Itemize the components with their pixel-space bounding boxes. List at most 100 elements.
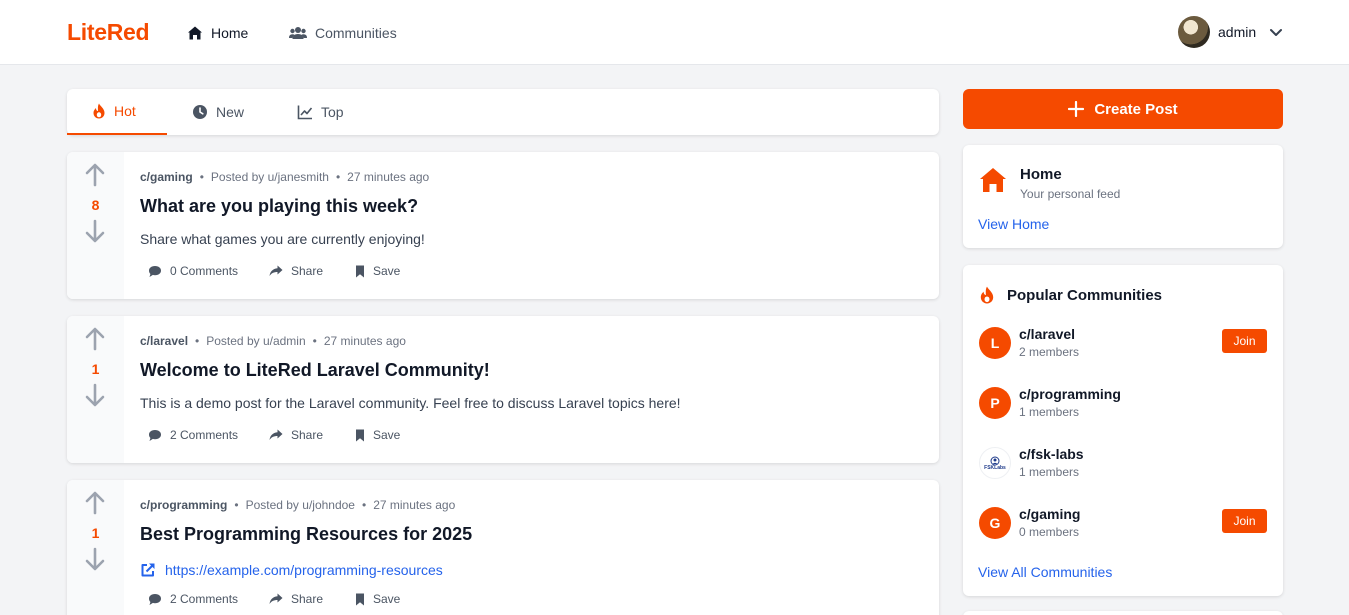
post-card: 1 c/laravel • Posted by u/admin • 27 minutes… xyxy=(67,316,939,463)
vote-score: 1 xyxy=(91,525,100,541)
comments-label: 0 Comments xyxy=(170,264,239,278)
popular-communities-header: Popular Communities xyxy=(979,286,1162,304)
tab-top-label: Top xyxy=(321,104,344,120)
post-meta: c/programming • Posted by u/johndoe • 27 min… xyxy=(140,498,456,512)
comments-button[interactable]: 2 Comments xyxy=(148,592,269,606)
downvote-arrow-icon[interactable] xyxy=(84,382,106,408)
post-title[interactable]: Welcome to LiteRed Laravel Community! xyxy=(140,360,490,381)
popular-communities-card: Popular Communities L c/laravel 2 member… xyxy=(963,265,1283,596)
nav-home-link[interactable]: Home xyxy=(187,22,248,44)
community-name[interactable]: c/fsk-labs xyxy=(1019,446,1084,462)
view-home-link[interactable]: View Home xyxy=(978,216,1049,232)
create-post-label: Create Post xyxy=(1094,100,1178,118)
community-name[interactable]: c/gaming xyxy=(1019,506,1080,522)
post-actions: 2 Comments Share Save xyxy=(148,428,400,442)
create-post-button[interactable]: Create Post xyxy=(963,89,1283,129)
community-item[interactable]: L c/laravel 2 members Join xyxy=(979,323,1267,363)
plus-icon xyxy=(1068,101,1085,117)
save-button[interactable]: Save xyxy=(355,592,400,606)
community-name[interactable]: c/laravel xyxy=(1019,326,1075,342)
home-icon xyxy=(980,168,1006,192)
post-community[interactable]: c/programming xyxy=(140,498,227,512)
community-logo: FSKLabs xyxy=(979,447,1011,479)
comments-button[interactable]: 2 Comments xyxy=(148,428,269,442)
user-avatar xyxy=(1178,16,1210,48)
post-author: Posted by u/johndoe xyxy=(245,498,355,512)
share-button[interactable]: Share xyxy=(269,592,355,606)
community-item[interactable]: P c/programming 1 members xyxy=(979,383,1267,423)
community-members: 0 members xyxy=(1019,525,1080,539)
post-title[interactable]: What are you playing this week? xyxy=(140,196,418,217)
post-link-url: https://example.com/programming-resource… xyxy=(165,562,443,578)
community-name[interactable]: c/programming xyxy=(1019,386,1121,402)
view-all-communities-link[interactable]: View All Communities xyxy=(978,564,1112,580)
share-button[interactable]: Share xyxy=(269,428,355,442)
community-avatar: L xyxy=(979,327,1011,359)
community-members: 1 members xyxy=(1019,465,1080,479)
tab-hot-label: Hot xyxy=(114,103,136,119)
share-icon xyxy=(269,429,283,440)
vote-column: 8 xyxy=(67,152,124,299)
user-menu[interactable]: admin xyxy=(1178,16,1284,48)
comment-icon xyxy=(149,429,161,441)
tab-hot[interactable]: Hot xyxy=(67,89,167,135)
comments-label: 2 Comments xyxy=(170,428,239,442)
save-button[interactable]: Save xyxy=(355,428,400,442)
username: admin xyxy=(1218,24,1257,40)
post-author: Posted by u/janesmith xyxy=(210,170,329,184)
sort-tabs: Hot New Top xyxy=(67,89,939,135)
nav-communities-link[interactable]: Communities xyxy=(289,22,397,44)
community-item[interactable]: FSKLabs c/fsk-labs 1 members xyxy=(979,443,1267,483)
post-actions: 2 Comments Share Save xyxy=(148,592,400,606)
fsk-labs-logo-icon xyxy=(990,456,1000,465)
post-meta: c/laravel • Posted by u/admin • 27 minutes a… xyxy=(140,334,406,348)
post-external-link[interactable]: https://example.com/programming-resource… xyxy=(140,562,443,578)
upvote-arrow-icon[interactable] xyxy=(84,326,106,352)
tab-top[interactable]: Top xyxy=(297,89,344,135)
share-button[interactable]: Share xyxy=(269,264,355,278)
post-title[interactable]: Best Programming Resources for 2025 xyxy=(140,524,472,545)
comment-icon xyxy=(149,593,161,605)
post-body: Share what games you are currently enjoy… xyxy=(140,231,425,247)
vote-score: 8 xyxy=(91,197,100,213)
community-avatar: G xyxy=(979,507,1011,539)
downvote-arrow-icon[interactable] xyxy=(84,218,106,244)
upvote-arrow-icon[interactable] xyxy=(84,162,106,188)
post-community[interactable]: c/laravel xyxy=(140,334,188,348)
save-label: Save xyxy=(373,264,401,278)
vote-column: 1 xyxy=(67,480,124,615)
external-link-icon xyxy=(141,563,155,577)
share-label: Share xyxy=(291,592,324,606)
home-card: Home Your personal feed View Home xyxy=(963,145,1283,248)
save-label: Save xyxy=(373,428,401,442)
save-label: Save xyxy=(373,592,401,606)
share-icon xyxy=(269,593,283,604)
nav-home-label: Home xyxy=(211,25,249,41)
site-logo[interactable]: LiteRed xyxy=(67,19,150,46)
chart-line-icon xyxy=(297,105,313,120)
comments-label: 2 Comments xyxy=(170,592,239,606)
post-card: 1 c/programming • Posted by u/johndoe • 27 m… xyxy=(67,480,939,615)
tab-new[interactable]: New xyxy=(192,89,244,135)
post-meta: c/gaming • Posted by u/janesmith • 27 minute… xyxy=(140,170,430,184)
share-icon xyxy=(269,265,283,276)
save-button[interactable]: Save xyxy=(355,264,400,278)
home-icon xyxy=(188,26,202,40)
nav-communities-label: Communities xyxy=(315,25,397,41)
community-item[interactable]: G c/gaming 0 members Join xyxy=(979,503,1267,543)
comments-button[interactable]: 0 Comments xyxy=(148,264,269,278)
users-icon xyxy=(289,27,307,39)
join-button[interactable]: Join xyxy=(1222,509,1267,533)
share-label: Share xyxy=(291,428,324,442)
comment-icon xyxy=(149,265,161,277)
vote-column: 1 xyxy=(67,316,124,463)
vote-score: 1 xyxy=(91,361,100,377)
fire-icon xyxy=(93,103,105,119)
clock-icon xyxy=(193,105,207,119)
post-time: 27 minutes ago xyxy=(373,498,456,512)
post-community[interactable]: c/gaming xyxy=(140,170,193,184)
join-button[interactable]: Join xyxy=(1222,329,1267,353)
fire-icon xyxy=(980,286,994,304)
upvote-arrow-icon[interactable] xyxy=(84,490,106,516)
downvote-arrow-icon[interactable] xyxy=(84,546,106,572)
